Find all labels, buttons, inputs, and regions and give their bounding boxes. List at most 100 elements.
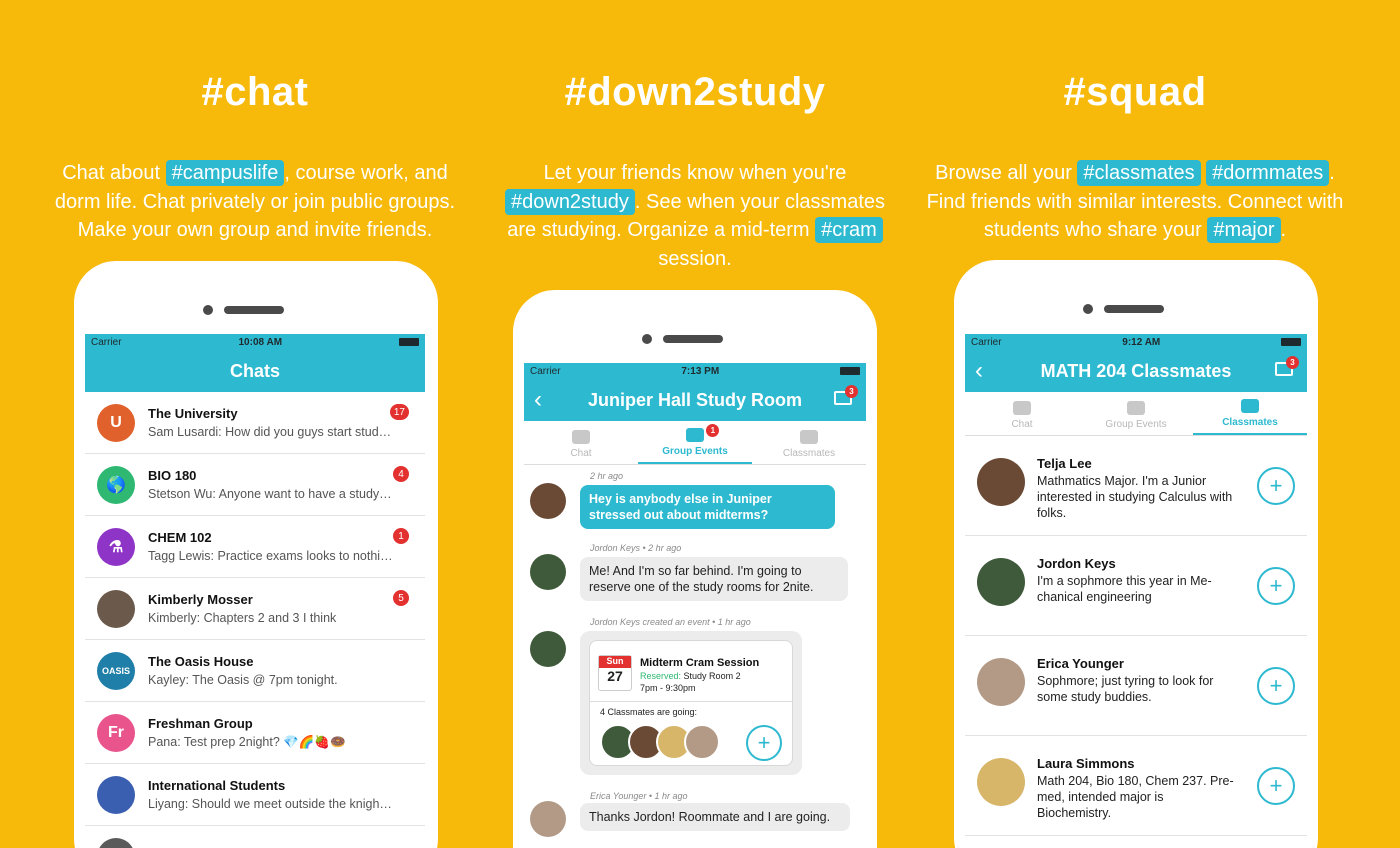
classmate-row[interactable]: Telja Lee Mathmatics Major. I'm a Junior … [965,436,1307,536]
chat-preview: Kayley: The Oasis @ 7pm tonight. [148,673,338,687]
status-bar: Carrier 10:08 AM [85,334,425,350]
graduation-cap-icon [1127,401,1145,415]
screen-title: Juniper Hall Study Room [587,389,803,410]
chat-text: BIO 180 Stetson Wu: Anyone want to have a… [148,468,393,501]
chat-row[interactable]: Kimberly Mosser Kimberly: Chapters 2 and … [85,578,425,640]
classmate-bio: Sophmore; just tyring to look for some s… [1037,674,1214,704]
classmate-bio: I'm a sophmore this year in Me-chanical … [1037,574,1212,604]
hashtag-chip: #cram [815,217,883,243]
study-room-screen: Carrier 7:13 PM ‹ Juniper Hall Study Roo… [524,363,866,848]
inbox-badge: 3 [845,385,858,398]
join-event-button[interactable]: + [746,725,782,761]
tab-classmates[interactable]: Classmates [752,421,866,464]
people-icon [800,430,818,444]
event-reserved: Reserved: Study Room 2 [640,671,741,681]
divider [590,701,792,702]
screen-title: MATH 204 Classmates [1040,360,1232,381]
message-bubble: Thanks Jordon! Roommate and I are going. [580,803,850,831]
chat-preview: Sam Lusardi: How did you guys start stud… [148,425,393,439]
battery-icon [1280,338,1301,346]
tab-chat[interactable]: Chat [524,421,638,464]
message-bubble: Me! And I'm so far behind. I'm going to … [580,557,848,601]
speaker-grille [1104,305,1164,313]
screen-title: Chats [229,360,280,381]
chat-avatar: U [97,403,135,442]
chat-avatar: OASIS [97,651,135,690]
classmates-list: Telja Lee Mathmatics Major. I'm a Junior … [965,436,1307,848]
attendee-avatar [684,724,720,760]
tab-label: Chat [1011,419,1033,430]
clock: 7:13 PM [681,365,720,377]
chat-name: BIO 180 [148,468,197,483]
chat-row[interactable]: Fr Freshman Group Pana: Test prep 2night? … [85,702,425,764]
chat-name: International Students [148,778,286,793]
phone-study-room: Carrier 7:13 PM ‹ Juniper Hall Study Roo… [513,290,877,848]
calendar-day: Sun [599,656,631,668]
unread-badge: 4 [393,466,409,482]
tab-classmates[interactable]: Classmates [1193,392,1307,435]
back-chevron-icon[interactable]: ‹ [534,386,542,414]
chat-preview: Kimberly: Chapters 2 and 3 I think [148,611,337,625]
hashtag-chip: #major [1207,217,1281,243]
chat-avatar: 🌎 [97,465,135,504]
description-text: Let your friends know when you're [543,162,847,184]
hashtag-chip: #campuslife [165,160,285,186]
tab-label: Group Events [662,446,728,457]
chat-bubble-icon [1013,401,1031,415]
chat-avatar: Fr [97,713,135,752]
chat-row[interactable]: Dylan Merino [85,826,425,848]
add-friend-button[interactable]: + [1257,667,1295,705]
feature-column-down2study: #down2study Let your friends know when y… [490,0,900,273]
description-text: session. [658,247,732,270]
message-meta: Jordon Keys • 2 hr ago [590,543,682,553]
tab-group-events[interactable]: Group Events [1079,392,1193,435]
classmate-row[interactable]: Erica Younger Sophmore; just tyring to lo… [965,636,1307,736]
graduation-cap-icon [686,428,704,442]
speaker-grille [663,335,723,343]
event-time: 7pm - 9:30pm [640,683,696,693]
chat-name: Freshman Group [148,715,253,731]
chat-row[interactable]: International Students Liyang: Should we … [85,764,425,826]
feature-title: #squad [1063,70,1207,114]
back-chevron-icon[interactable]: ‹ [975,357,983,385]
avatar [530,631,566,667]
camera-dot [642,334,652,344]
add-friend-button[interactable]: + [1257,467,1295,505]
chat-preview: Tagg Lewis: Practice exams looks to noth… [148,549,393,563]
chat-row[interactable]: OASIS The Oasis House Kayley: The Oasis @ … [85,640,425,702]
classmate-row[interactable]: Laura Simmons Math 204, Bio 180, Chem 237… [965,736,1307,836]
tab-label: Classmates [782,448,836,459]
calendar-icon: Sun 27 [598,655,632,691]
unread-badge: 17 [389,404,409,420]
reserved-value: Study Room 2 [683,671,741,681]
tab-chat[interactable]: Chat [965,392,1079,435]
unread-badge: 1 [393,528,409,544]
chat-row[interactable]: U The University Sam Lusardi: How did you … [85,392,425,454]
tab-group-events[interactable]: 1 Group Events [638,421,752,464]
tab-label: Group Events [1105,419,1167,430]
feature-column-chat: #chat Chat about #campuslife, course wor… [40,0,470,245]
event-card[interactable]: Sun 27 Midterm Cram Session Reserved: St… [589,640,793,766]
add-friend-button[interactable]: + [1257,767,1295,805]
classmate-name: Laura Simmons [1037,756,1135,771]
calendar-date: 27 [607,668,623,684]
chat-text: Freshman Group Pana: Test prep 2night? 💎🌈… [148,716,393,750]
status-bar: Carrier 7:13 PM [524,363,866,379]
chat-bubble-icon [572,430,590,444]
inbox-badge: 3 [1286,356,1299,369]
classmate-bio: Mathmatics Major. I'm a Junior intereste… [1037,474,1233,520]
carrier-label: Carrier [971,336,1002,348]
add-friend-button[interactable]: + [1257,567,1295,605]
battery-icon [839,367,860,375]
chat-row[interactable]: 🌎 BIO 180 Stetson Wu: Anyone want to have … [85,454,425,516]
chat-row[interactable]: ⚗ CHEM 102 Tagg Lewis: Practice exams look… [85,516,425,578]
camera-dot [1083,304,1093,314]
nav-bar: ‹ MATH 204 Classmates 3 [965,350,1307,392]
classmate-row[interactable]: Jordon Keys I'm a sophmore this year in M… [965,536,1307,636]
speaker-grille [224,306,284,314]
nav-bar: ‹ Juniper Hall Study Room 3 [524,379,866,421]
classmate-avatar [977,658,1025,706]
attendee-avatars [600,724,724,760]
classmate-name: Jordon Keys [1037,556,1116,571]
description-text: Browse all your [935,162,1078,184]
